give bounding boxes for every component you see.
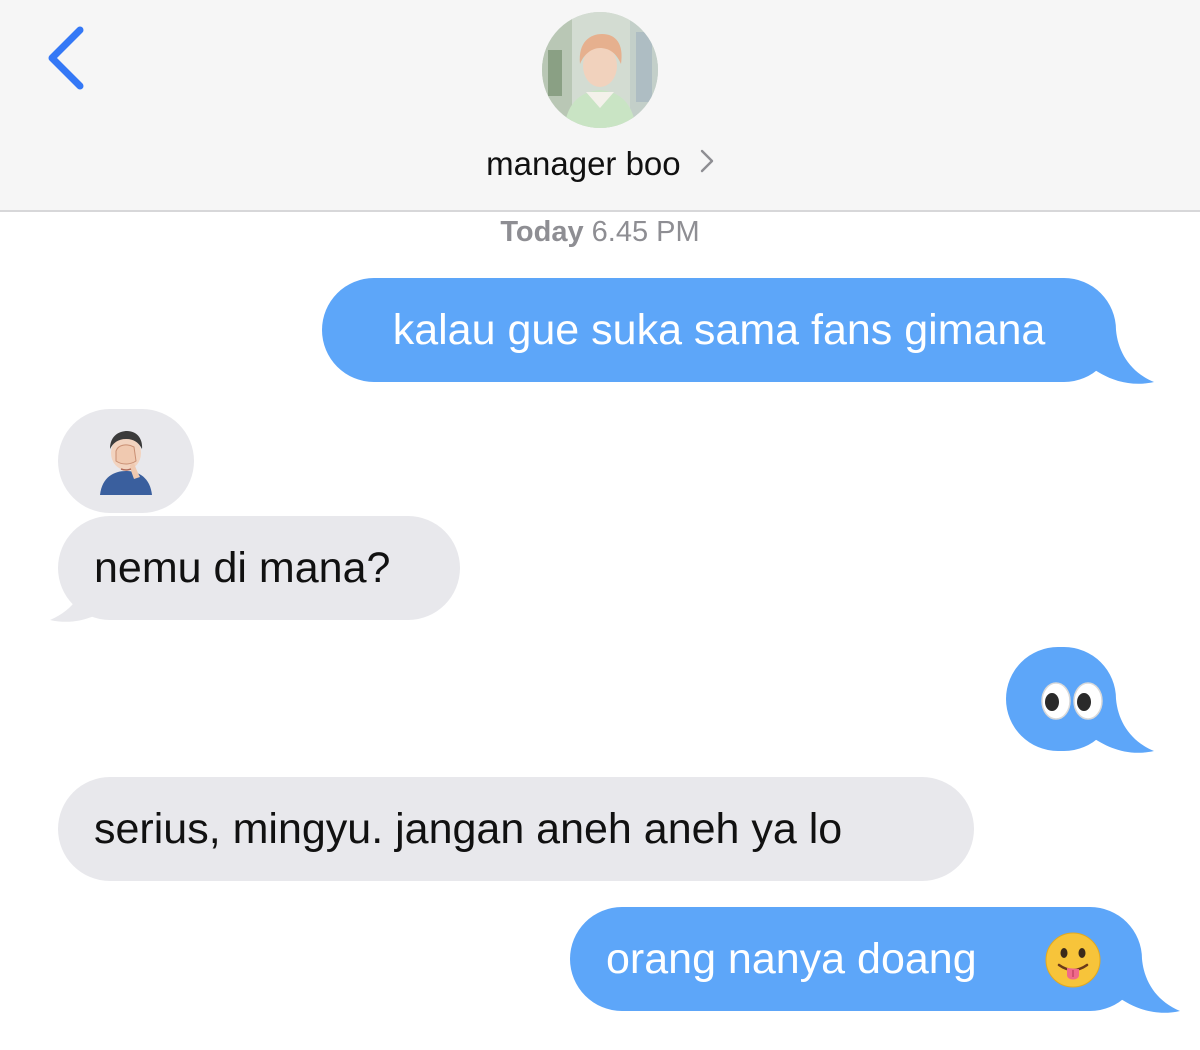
message-outgoing-emoji[interactable] [1006,647,1154,753]
message-text: nemu di mana? [58,516,460,620]
timestamp-day: Today [500,216,584,248]
message-incoming[interactable]: serius, mingyu. jangan aneh aneh ya lo [58,777,974,881]
face-with-tongue-icon [1045,932,1101,988]
message-text: orang nanya doang [606,935,977,983]
eyes-icon [1041,682,1103,720]
message-outgoing[interactable]: kalau gue suka sama fans gimana [322,278,1154,384]
contact-name-row: manager boo [0,140,1200,184]
conversation-header: manager boo [0,0,1200,212]
contact-details-button[interactable]: manager boo [0,0,1200,210]
message-outgoing[interactable]: orang nanya doang [570,907,1180,1013]
chevron-right-icon [700,140,714,184]
thread-timestamp: Today 6.45 PM [0,212,1200,252]
message-text: serius, mingyu. jangan aneh aneh ya lo [58,777,974,881]
timestamp-time: 6.45 PM [591,216,700,248]
contact-name: manager boo [486,145,681,183]
man-facepalming-icon [100,431,152,495]
message-incoming-emoji[interactable] [58,409,194,513]
back-button[interactable] [34,18,104,98]
contact-avatar [542,12,658,128]
message-incoming[interactable]: nemu di mana? [50,516,460,622]
chevron-left-icon [48,26,84,90]
messages-screen: manager boo Today 6.45 PM kalau gue suka… [0,0,1200,1050]
message-text: kalau gue suka sama fans gimana [322,278,1116,382]
